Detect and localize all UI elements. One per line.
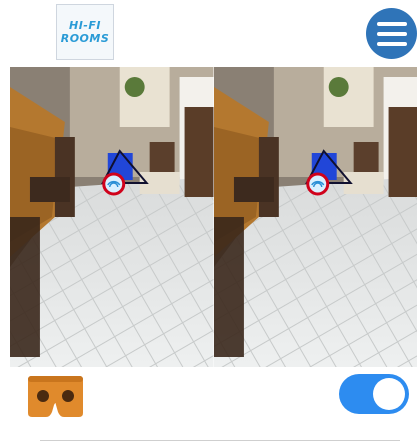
hifi-rooms-logo: HI-FI ROOMS bbox=[56, 4, 114, 60]
hamburger-menu-icon[interactable] bbox=[366, 8, 417, 59]
logo-line-1: HI-FI bbox=[69, 19, 101, 32]
toggle-knob bbox=[373, 378, 405, 410]
cardboard-vr-icon[interactable] bbox=[26, 374, 85, 419]
stereo-vr-viewer[interactable] bbox=[10, 67, 417, 367]
left-eye-view[interactable] bbox=[10, 67, 214, 367]
right-eye-view[interactable] bbox=[213, 67, 417, 367]
divider bbox=[40, 440, 400, 441]
logo-line-2: ROOMS bbox=[60, 32, 110, 45]
vr-mode-toggle[interactable] bbox=[339, 374, 409, 414]
